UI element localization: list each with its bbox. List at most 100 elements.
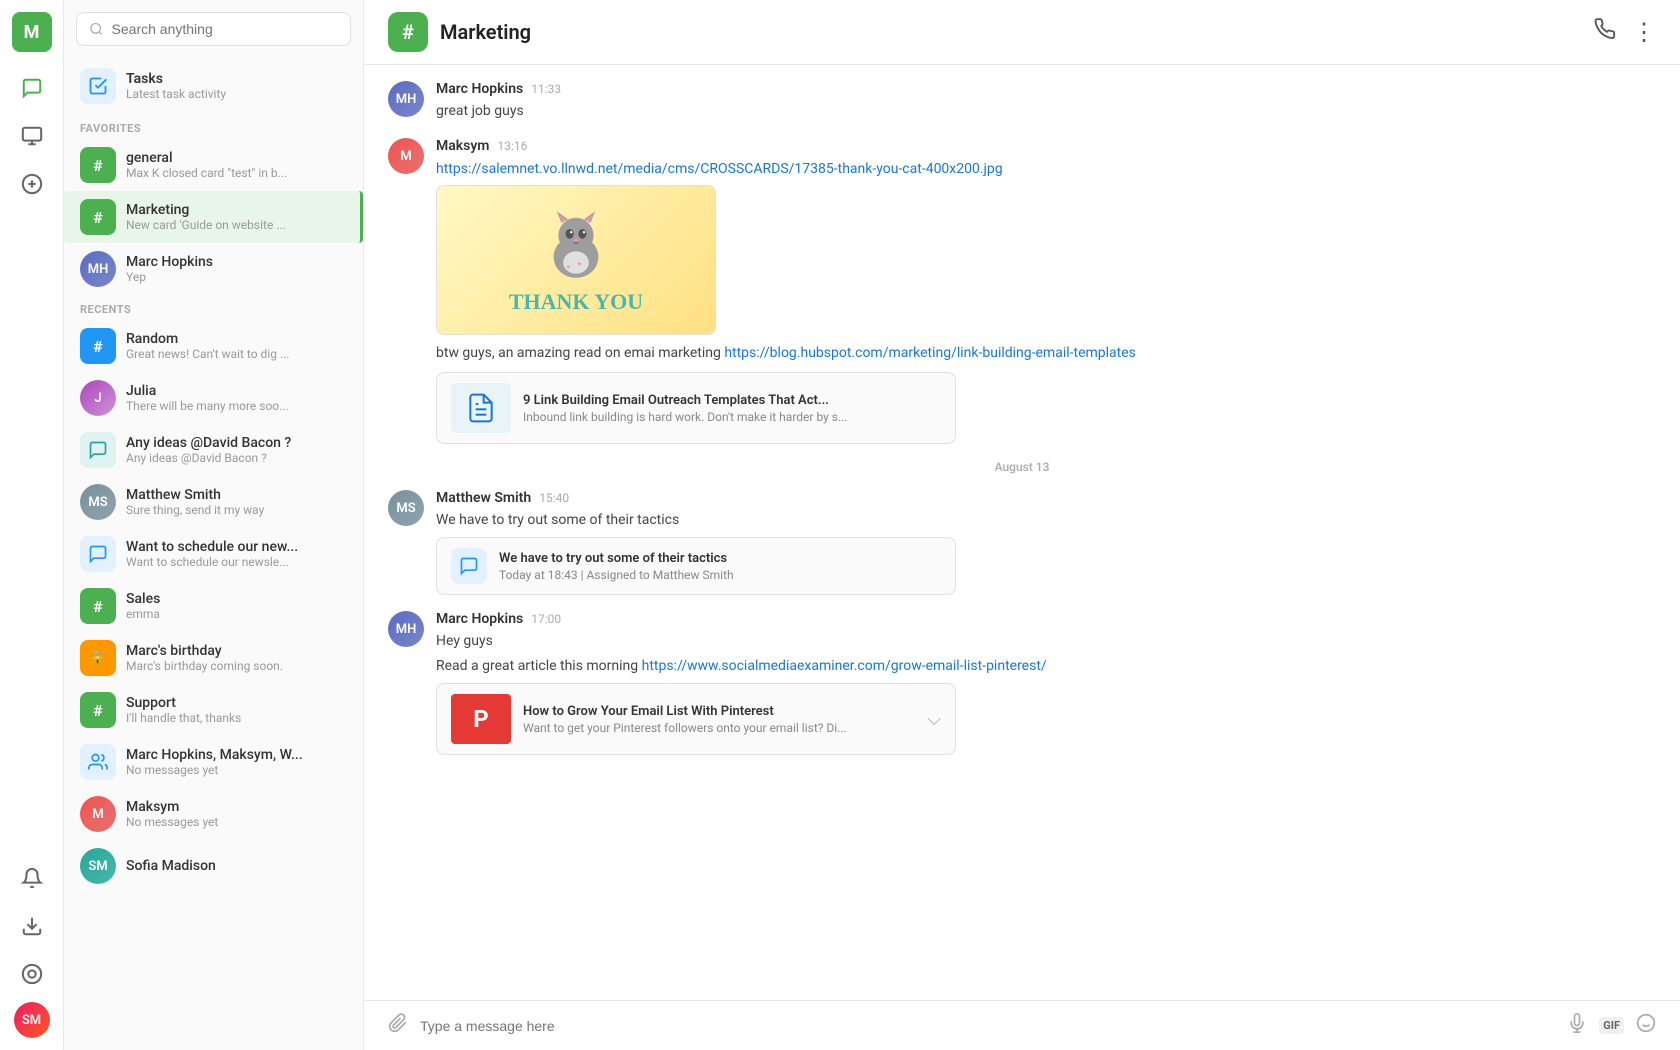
maksym-link[interactable]: https://salemnet.vo.llnwd.net/media/cms/… [436,161,1003,177]
sidebar: Tasks Latest task activity FAVORITES # g… [64,0,364,1050]
preview-thumb-hubspot [451,383,511,433]
user-avatar[interactable]: M [12,12,52,52]
sender-maksym: Maksym [436,138,489,154]
channel-icon-general: # [80,147,116,183]
time-marc-1: 11:33 [531,82,561,96]
chat-header: # Marketing ⋮ [364,0,1680,65]
tasks-icon [80,68,116,104]
more-options-icon[interactable]: ⋮ [1632,18,1656,46]
sender-marc-2: Marc Hopkins [436,611,523,627]
task-card-sub: Today at 18:43 | Assigned to Matthew Smi… [499,568,734,582]
cat-svg: ♥ ♥ [536,205,616,285]
tasks-item[interactable]: Tasks Latest task activity [64,58,363,114]
phone-icon[interactable] [1594,18,1616,46]
sidebar-item-david-bacon[interactable]: Any ideas @David Bacon ? Any ideas @Davi… [64,424,363,476]
message-group-matthew: MS Matthew Smith 15:40 We have to try ou… [388,490,1656,595]
svg-text:♥: ♥ [566,263,570,271]
avatar-matthew-msg: MS [388,490,424,526]
thank-you-image: ♥ ♥ THANK YOU [436,185,716,335]
preview-title-pinterest: How to Grow Your Email List With Pintere… [523,704,847,719]
sidebar-item-random[interactable]: # Random Great news! Can't wait to dig .… [64,320,363,372]
nav-download-icon[interactable] [12,906,52,946]
mic-icon[interactable] [1567,1013,1587,1038]
chat-header-channel-icon: # [388,12,428,52]
channel-icon-marketing: # [80,199,116,235]
recents-label: RECENTS [64,295,363,320]
chat-header-actions: ⋮ [1594,18,1656,46]
sidebar-item-marketing[interactable]: # Marketing New card 'Guide on website .… [64,191,363,243]
thank-you-text: THANK YOU [509,289,643,315]
avatar-matthew-smith: MS [80,484,116,520]
sidebar-item-julia[interactable]: J Julia There will be many more soo... [64,372,363,424]
favorites-label: FAVORITES [64,114,363,139]
search-icon [89,21,104,37]
time-maksym-1: 13:16 [497,139,527,153]
preview-title-hubspot: 9 Link Building Email Outreach Templates… [523,393,847,408]
channel-icon-sales: # [80,588,116,624]
sidebar-item-sales[interactable]: # Sales emma [64,580,363,632]
current-user-avatar[interactable]: SM [14,1002,50,1038]
avatar-marc: MH [388,81,424,117]
socialmedia-link[interactable]: https://www.socialmediaexaminer.com/grow… [642,658,1047,674]
sidebar-item-sofia-madison[interactable]: SM Sofia Madison [64,840,363,892]
task-card-icon [451,548,487,584]
avatar-sofia-madison: SM [80,848,116,884]
message-input[interactable] [420,1018,1555,1034]
avatar-maksym: M [80,796,116,832]
sidebar-item-group-chat[interactable]: Marc Hopkins, Maksym, W... No messages y… [64,736,363,788]
nav-rail: M SM [0,0,64,1050]
nav-contacts-icon[interactable] [12,116,52,156]
nav-add-icon[interactable] [12,164,52,204]
chat-footer: GIF [364,1000,1680,1050]
sidebar-item-marcs-birthday[interactable]: 🔒 Marc's birthday Marc's birthday coming… [64,632,363,684]
time-matthew: 15:40 [539,491,569,505]
link-preview-hubspot: 9 Link Building Email Outreach Templates… [436,372,956,444]
sidebar-item-newsletter[interactable]: Want to schedule our new... Want to sche… [64,528,363,580]
tasks-title: Tasks [126,71,226,87]
emoji-icon[interactable] [1636,1013,1656,1038]
marc-2-body: Read a great article this morning https:… [436,656,1656,677]
message-group-maksym-1: M Maksym 13:16 https://salemnet.vo.llnwd… [388,138,1656,444]
hubspot-link[interactable]: https://blog.hubspot.com/marketing/link-… [724,345,1136,361]
avatar-group-chat [80,744,116,780]
avatar-marc-hopkins: MH [80,251,116,287]
sidebar-item-support[interactable]: # Support I'll handle that, thanks [64,684,363,736]
matthew-text: We have to try out some of their tactics [436,510,1656,531]
preview-desc-hubspot: Inbound link building is hard work. Don'… [523,410,847,424]
maksym-body-text: btw guys, an amazing read on emai market… [436,343,1656,364]
preview-desc-pinterest: Want to get your Pinterest followers ont… [523,721,847,735]
sidebar-item-general[interactable]: # general Max K closed card "test" in b.… [64,139,363,191]
avatar-maksym-msg: M [388,138,424,174]
sidebar-item-maksym[interactable]: M Maksym No messages yet [64,788,363,840]
preview-thumb-pinterest: P [451,694,511,744]
marc-2-text: Hey guys [436,631,1656,652]
attach-icon[interactable] [388,1013,408,1038]
time-marc-2: 17:00 [531,612,561,626]
chat-area: # Marketing ⋮ MH Marc Hopkins 11:33 grea… [364,0,1680,1050]
channel-icon-support: # [80,692,116,728]
tasks-subtitle: Latest task activity [126,87,226,101]
chat-title: Marketing [440,20,531,44]
nav-games-icon[interactable] [12,954,52,994]
gif-icon[interactable]: GIF [1599,1017,1624,1034]
message-group-marc-2: MH Marc Hopkins 17:00 Hey guys Read a gr… [388,611,1656,755]
avatar-marc-2: MH [388,611,424,647]
search-bar[interactable] [76,12,351,46]
task-card-title: We have to try out some of their tactics [499,551,734,566]
sidebar-item-marc-hopkins[interactable]: MH Marc Hopkins Yep [64,243,363,295]
chevron-down-icon[interactable]: ⌵ [927,709,941,730]
task-card-matthew[interactable]: We have to try out some of their tactics… [436,537,956,595]
nav-notifications-icon[interactable] [12,858,52,898]
avatar-julia: J [80,380,116,416]
message-text-marc-1: great job guys [436,101,1656,122]
sender-marc: Marc Hopkins [436,81,523,97]
avatar-david-bacon [80,432,116,468]
nav-chat-icon[interactable] [12,68,52,108]
channel-icon-random: # [80,328,116,364]
message-group-marc-1: MH Marc Hopkins 11:33 great job guys [388,81,1656,122]
channel-icon-birthday: 🔒 [80,640,116,676]
sidebar-item-matthew-smith[interactable]: MS Matthew Smith Sure thing, send it my … [64,476,363,528]
search-input[interactable] [112,21,338,37]
avatar-newsletter [80,536,116,572]
date-divider: August 13 [388,460,1656,474]
